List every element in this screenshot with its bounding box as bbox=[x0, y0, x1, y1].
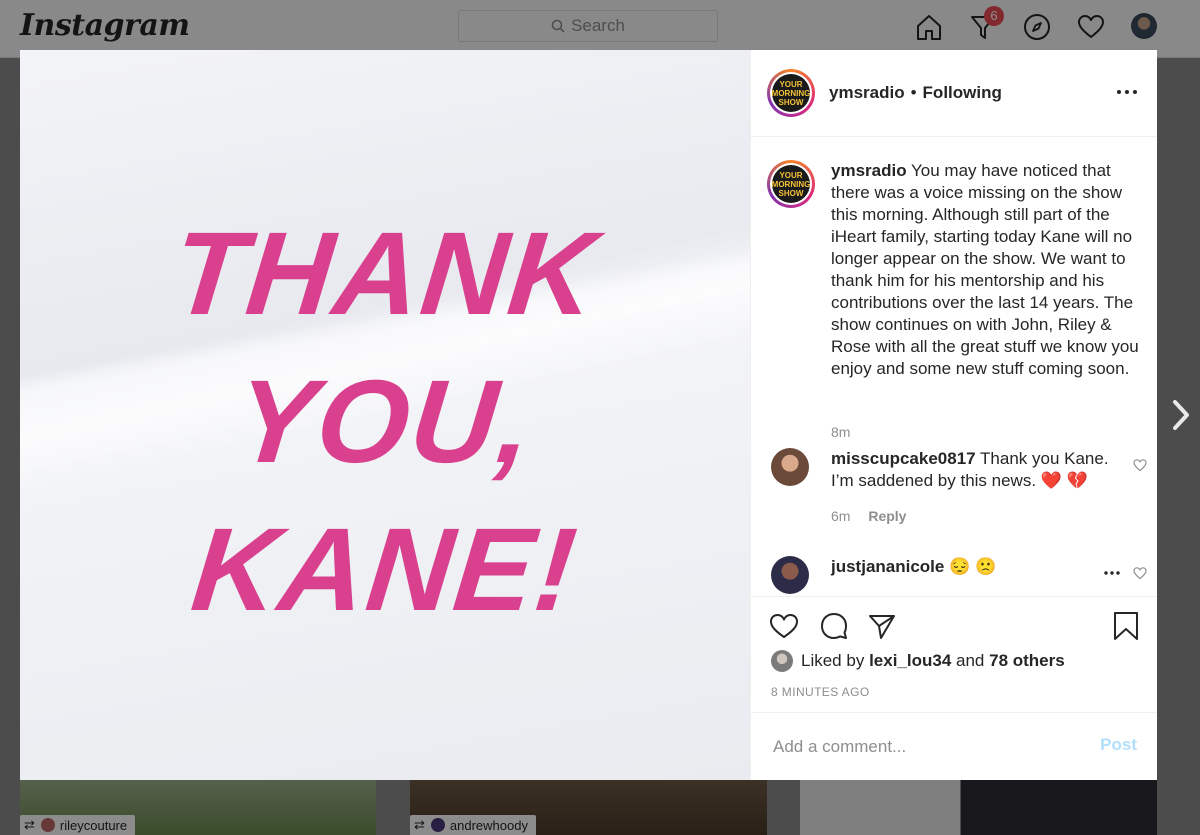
post-modal: THANK YOU, KANE! YOUR MORNING SHOW ymsra… bbox=[20, 50, 1157, 780]
comment-time[interactable]: 6m bbox=[831, 508, 850, 524]
comment-icon[interactable] bbox=[819, 611, 849, 641]
post-sidebar: YOUR MORNING SHOW ymsradio • Following Y… bbox=[750, 50, 1157, 780]
liker-avatar[interactable] bbox=[771, 650, 793, 672]
comment-options-icon[interactable] bbox=[1103, 570, 1121, 576]
caption-body: You may have noticed that there was a vo… bbox=[831, 161, 1139, 378]
following-button[interactable]: Following bbox=[923, 83, 1002, 103]
image-text-line: KANE! bbox=[186, 504, 584, 636]
post-actions bbox=[751, 596, 1157, 647]
post-timestamp[interactable]: 8 MINUTES AGO bbox=[771, 685, 870, 699]
commenter-avatar[interactable] bbox=[771, 448, 809, 486]
reply-button[interactable]: Reply bbox=[868, 508, 906, 524]
bookmark-icon[interactable] bbox=[1111, 611, 1141, 641]
caption-username[interactable]: ymsradio bbox=[831, 161, 907, 180]
story-ring-avatar[interactable]: YOUR MORNING SHOW bbox=[767, 160, 815, 208]
comment-text: justjananicole 😔 🙁 bbox=[831, 556, 1111, 578]
story-ring-avatar[interactable]: YOUR MORNING SHOW bbox=[767, 69, 815, 117]
add-comment-bar: Post bbox=[751, 712, 1157, 780]
caption-time[interactable]: 8m bbox=[831, 424, 850, 440]
avatar-logo: YOUR MORNING SHOW bbox=[772, 165, 810, 203]
image-text: THANK YOU, KANE! bbox=[20, 200, 750, 644]
like-icon[interactable] bbox=[769, 611, 799, 641]
others-link[interactable]: 78 others bbox=[989, 651, 1065, 671]
next-post-arrow-icon[interactable] bbox=[1168, 398, 1194, 432]
comment-username[interactable]: justjananicole bbox=[831, 557, 944, 576]
likes-prefix: Liked by bbox=[801, 651, 865, 670]
post-image[interactable]: THANK YOU, KANE! bbox=[20, 50, 750, 780]
more-options-icon[interactable] bbox=[1115, 82, 1139, 102]
comments-list[interactable]: YOUR MORNING SHOW ymsradio You may have … bbox=[751, 138, 1157, 596]
like-comment-icon[interactable] bbox=[1133, 458, 1147, 472]
comment-meta: 6m Reply bbox=[831, 508, 906, 524]
image-text-line: YOU, bbox=[229, 356, 541, 488]
liked-user-link[interactable]: lexi_lou34 bbox=[869, 651, 951, 671]
image-text-line: THANK bbox=[166, 208, 604, 340]
likes-summary: Liked by lexi_lou34 and 78 others bbox=[771, 650, 1065, 672]
share-icon[interactable] bbox=[867, 611, 897, 641]
comment-username[interactable]: misscupcake0817 bbox=[831, 449, 976, 468]
caption-text: ymsradio You may have noticed that there… bbox=[831, 160, 1141, 380]
post-header: YOUR MORNING SHOW ymsradio • Following bbox=[751, 50, 1157, 137]
comment-body: 😔 🙁 bbox=[949, 557, 997, 576]
likes-and: and bbox=[956, 651, 985, 670]
separator-dot: • bbox=[910, 83, 917, 102]
like-comment-icon[interactable] bbox=[1133, 566, 1147, 580]
comment-text: misscupcake0817 Thank you Kane. I’m sadd… bbox=[831, 448, 1111, 492]
avatar-logo: YOUR MORNING SHOW bbox=[772, 74, 810, 112]
post-comment-button[interactable]: Post bbox=[1100, 735, 1137, 755]
header-username[interactable]: ymsradio bbox=[829, 83, 905, 103]
commenter-avatar[interactable] bbox=[771, 556, 809, 594]
add-comment-input[interactable] bbox=[771, 731, 1075, 763]
